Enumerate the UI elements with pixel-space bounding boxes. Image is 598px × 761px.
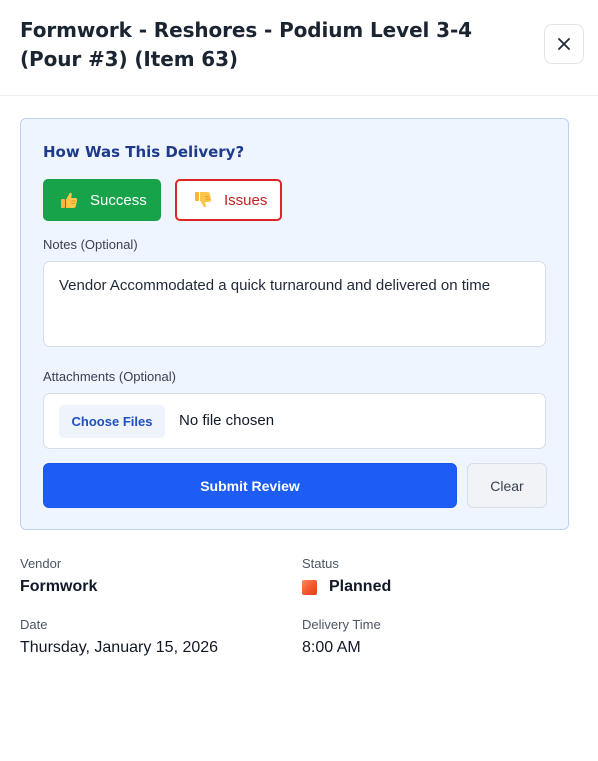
vendor-detail: Vendor Formwork [20, 556, 97, 596]
vendor-label: Vendor [20, 556, 62, 571]
thumbs-down-icon [194, 191, 212, 209]
vendor-value: Formwork [20, 578, 98, 595]
success-label: Success [90, 191, 147, 209]
issues-button[interactable]: Issues [175, 179, 282, 221]
submit-review-button[interactable]: Submit Review [43, 463, 457, 508]
status-square-icon [302, 579, 317, 595]
choose-files-button[interactable]: Choose Files [59, 405, 165, 438]
close-button[interactable] [544, 24, 584, 64]
notes-label: Notes (Optional) [43, 237, 138, 252]
date-detail: Date Thursday, January 15, 2026 [20, 617, 218, 657]
review-heading: How Was This Delivery? [43, 143, 245, 161]
file-status-text: No file chosen [179, 412, 275, 429]
delivery-review-panel: How Was This Delivery? Success Issues No… [20, 118, 569, 530]
status-row: Planned [302, 578, 391, 596]
delivery-time-label: Delivery Time [302, 617, 381, 632]
delivery-modal: Formwork - Reshores - Podium Level 3-4 (… [0, 0, 598, 761]
clear-button[interactable]: Clear [467, 463, 547, 508]
notes-textarea[interactable]: Vendor Accommodated a quick turnaround a… [43, 261, 546, 347]
delivery-time-value: 8:00 AM [302, 639, 361, 656]
status-value: Planned [329, 578, 392, 595]
date-label: Date [20, 617, 48, 632]
modal-header: Formwork - Reshores - Podium Level 3-4 (… [0, 0, 598, 96]
thumbs-up-icon [60, 191, 78, 209]
close-icon [557, 37, 571, 51]
modal-title: Formwork - Reshores - Podium Level 3-4 (… [20, 18, 472, 71]
success-button[interactable]: Success [43, 179, 161, 221]
attachments-label: Attachments (Optional) [43, 369, 176, 384]
date-value: Thursday, January 15, 2026 [20, 639, 219, 656]
issues-label: Issues [224, 191, 268, 209]
delivery-time-detail: Delivery Time 8:00 AM [302, 617, 381, 657]
status-label: Status [302, 556, 339, 571]
status-detail: Status Planned [302, 556, 391, 596]
attachments-file-input: Choose Files No file chosen [43, 393, 546, 449]
